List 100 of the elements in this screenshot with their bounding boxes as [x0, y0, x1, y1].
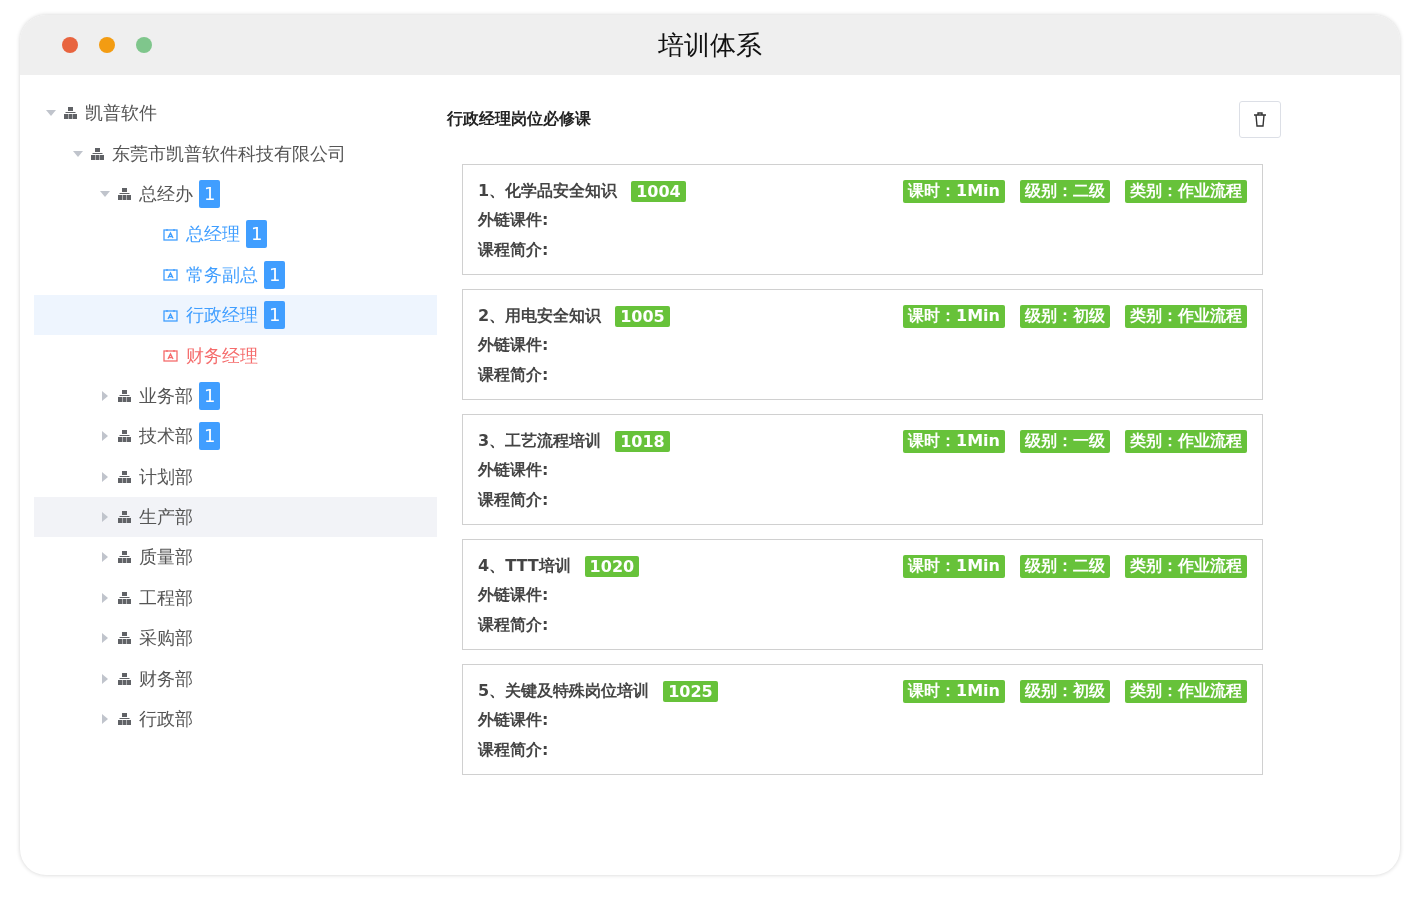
- org-chart-icon: [118, 672, 131, 685]
- course-tag: 课时：1Min: [903, 179, 1005, 203]
- course-tag: 级别：二级: [1020, 179, 1110, 203]
- tree-label: 凯普软件: [85, 101, 157, 126]
- link-label: 外链课件:: [478, 459, 550, 481]
- count-badge: 1: [199, 179, 221, 208]
- count-badge: 1: [246, 220, 268, 249]
- tree-item[interactable]: 总经办 1: [34, 173, 437, 215]
- count-badge: 1: [199, 381, 221, 410]
- tree-label: 行政经理: [186, 303, 258, 328]
- org-chart-icon: [118, 470, 131, 483]
- course-code: 1020: [584, 555, 640, 577]
- intro-label: 课程简介:: [478, 364, 550, 386]
- caret-right-icon[interactable]: [100, 633, 110, 644]
- tree-label: 财务经理: [186, 343, 258, 368]
- course-tag: 级别：一级: [1020, 429, 1110, 453]
- tree-item[interactable]: 生产部: [34, 496, 437, 538]
- course-tag: 课时：1Min: [903, 679, 1005, 703]
- org-chart-icon: [118, 551, 131, 564]
- link-label: 外链课件:: [478, 334, 550, 356]
- course-tag: 级别：二级: [1020, 554, 1110, 578]
- tree-item[interactable]: 财务部: [34, 658, 437, 699]
- id-card-icon: [163, 349, 178, 363]
- count-badge: 1: [264, 260, 286, 289]
- intro-label: 课程简介:: [478, 739, 550, 761]
- course-tag: 课时：1Min: [903, 304, 1005, 328]
- link-label: 外链课件:: [478, 584, 550, 606]
- tree-label: 质量部: [139, 545, 193, 570]
- course-tag: 类别：作业流程: [1125, 179, 1247, 203]
- course-code: 1025: [663, 680, 718, 702]
- course-tag: 课时：1Min: [903, 554, 1005, 578]
- intro-label: 课程简介:: [478, 239, 550, 261]
- org-chart-icon: [118, 430, 131, 443]
- trash-icon: [1253, 112, 1267, 127]
- course-title: 3、工艺流程培训: [478, 430, 602, 452]
- org-chart-icon: [91, 147, 104, 160]
- course-tag: 级别：初级: [1020, 304, 1110, 328]
- tree-label: 总经理: [186, 222, 240, 247]
- tree-item[interactable]: 行政部: [34, 698, 437, 740]
- delete-button[interactable]: [1239, 101, 1281, 138]
- caret-right-icon[interactable]: [100, 390, 110, 401]
- caret-right-icon[interactable]: [100, 673, 110, 684]
- tree-label: 计划部: [139, 464, 193, 489]
- intro-label: 课程简介:: [478, 489, 550, 511]
- tree-label: 工程部: [139, 585, 193, 610]
- course-code: 1004: [631, 180, 686, 202]
- course-tag: 课时：1Min: [903, 429, 1005, 453]
- org-chart-icon: [118, 591, 131, 604]
- tree-item[interactable]: 计划部: [34, 456, 437, 497]
- link-label: 外链课件:: [478, 709, 550, 731]
- count-badge: 1: [264, 301, 286, 330]
- id-card-icon: [163, 308, 178, 322]
- tree-label: 东莞市凯普软件科技有限公司: [112, 141, 346, 166]
- window-title: 培训体系: [658, 28, 762, 62]
- caret-down-icon[interactable]: [100, 188, 110, 199]
- caret-right-icon[interactable]: [100, 471, 110, 482]
- course-tag: 类别：作业流程: [1125, 304, 1247, 328]
- link-label: 外链课件:: [478, 209, 550, 231]
- tree-item[interactable]: 采购部: [34, 618, 437, 659]
- caret-right-icon[interactable]: [100, 512, 110, 523]
- course-tag: 类别：作业流程: [1125, 554, 1247, 578]
- tree-label: 生产部: [139, 505, 193, 530]
- count-badge: 1: [199, 422, 221, 451]
- org-chart-icon: [118, 511, 131, 524]
- tree-label: 常务副总: [186, 262, 258, 287]
- tree-label: 业务部: [139, 383, 193, 408]
- close-button[interactable]: [62, 37, 78, 53]
- course-tag: 级别：初级: [1020, 679, 1110, 703]
- course-title: 1、化学品安全知识: [478, 180, 618, 202]
- course-title: 4、TTT培训: [478, 555, 571, 577]
- tree-item[interactable]: 工程部: [34, 577, 437, 619]
- tree-item[interactable]: 业务部 1: [34, 375, 437, 417]
- course-code: 1018: [615, 430, 670, 452]
- course-title: 5、关键及特殊岗位培训: [478, 680, 650, 702]
- org-chart-icon: [64, 107, 77, 120]
- org-chart-icon: [118, 389, 131, 402]
- tree-item[interactable]: 技术部 1: [34, 416, 437, 457]
- org-chart-icon: [118, 713, 131, 726]
- tree-item[interactable]: 质量部: [34, 537, 437, 578]
- course-code: 1005: [615, 305, 670, 327]
- caret-right-icon[interactable]: [100, 552, 110, 563]
- panel-title: 行政经理岗位必修课: [447, 109, 591, 130]
- caret-right-icon[interactable]: [100, 431, 110, 442]
- tree-label: 技术部: [139, 424, 193, 449]
- maximize-button[interactable]: [136, 37, 152, 53]
- caret-right-icon[interactable]: [100, 714, 110, 725]
- caret-right-icon[interactable]: [100, 592, 110, 603]
- org-chart-icon: [118, 187, 131, 200]
- id-card-icon: [163, 227, 178, 241]
- course-tag: 类别：作业流程: [1125, 429, 1247, 453]
- tree-label: 财务部: [139, 666, 193, 691]
- org-chart-icon: [118, 632, 131, 645]
- caret-down-icon[interactable]: [73, 148, 83, 159]
- id-card-icon: [163, 268, 178, 282]
- tree-item[interactable]: 东莞市凯普软件科技有限公司: [34, 133, 437, 174]
- tree-label: 总经办: [139, 181, 193, 206]
- tree-label: 采购部: [139, 626, 193, 651]
- course-title: 2、用电安全知识: [478, 305, 602, 327]
- tree-item[interactable]: 凯普软件: [34, 93, 437, 134]
- minimize-button[interactable]: [99, 37, 115, 53]
